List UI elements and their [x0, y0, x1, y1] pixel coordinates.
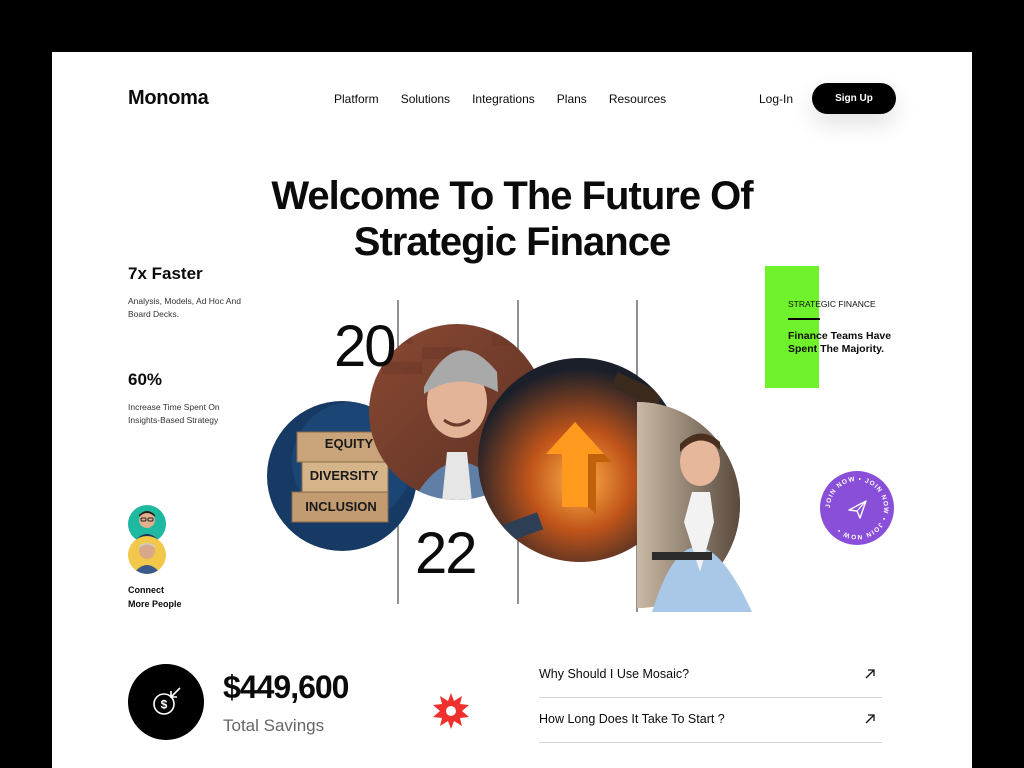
block-equity: EQUITY	[324, 436, 374, 451]
savings-icon-circle: $	[128, 664, 204, 740]
star-burst-icon	[433, 693, 469, 729]
signup-button[interactable]: Sign Up	[812, 83, 896, 114]
faq-item[interactable]: Why Should I Use Mosaic?	[539, 653, 882, 698]
person-icon	[133, 543, 161, 574]
nav-resources[interactable]: Resources	[609, 92, 666, 106]
main-nav: Platform Solutions Integrations Plans Re…	[334, 92, 666, 106]
man-beanie-image	[369, 324, 545, 500]
faq-item[interactable]: How Long Does It Take To Start ?	[539, 698, 882, 743]
nav-platform[interactable]: Platform	[334, 92, 379, 106]
faq-question: Why Should I Use Mosaic?	[539, 667, 690, 681]
year-bottom: 22	[415, 521, 477, 586]
block-diversity: DIVERSITY	[309, 468, 379, 483]
login-link[interactable]: Log-In	[759, 92, 793, 106]
divider	[788, 318, 820, 320]
man-blazer-image	[637, 402, 752, 612]
join-now-badge[interactable]: JOIN NOW • JOIN NOW • JOIN NOW •	[819, 470, 895, 546]
stat-percent-title: 60%	[128, 370, 163, 389]
faq-question: How Long Does It Take To Start ?	[539, 712, 725, 726]
nav-integrations[interactable]: Integrations	[472, 92, 535, 106]
strategic-text: Finance Teams Have Spent The Majority.	[788, 330, 892, 355]
block-inclusion: INCLUSION	[305, 499, 377, 514]
brand-logo[interactable]: Monoma	[128, 87, 209, 110]
arrow-up-right-icon	[865, 669, 875, 679]
hero-title-line2: Strategic Finance	[353, 220, 671, 264]
arrow-image	[478, 358, 682, 562]
arrow-up-right-icon	[865, 714, 875, 724]
savings-amount: $449,600	[223, 669, 349, 705]
stat-faster-desc: Analysis, Models, Ad Hoc And Board Decks…	[128, 296, 241, 319]
svg-text:$: $	[161, 698, 168, 712]
nav-plans[interactable]: Plans	[557, 92, 587, 106]
page-frame: Monoma Platform Solutions Integrations P…	[52, 52, 972, 768]
year-top: 20	[334, 314, 396, 379]
connect-line1: Connect	[128, 585, 164, 595]
connect-line2: More People	[128, 599, 182, 609]
savings-label: Total Savings	[223, 716, 325, 735]
nav-solutions[interactable]: Solutions	[401, 92, 450, 106]
hero-title-line1: Welcome To The Future Of	[271, 174, 753, 218]
hero-title: Welcome To The Future Of Strategic Finan…	[52, 173, 972, 265]
stat-faster-title: 7x Faster	[128, 264, 203, 283]
strategic-label: STRATEGIC FINANCE	[788, 299, 876, 309]
stat-percent-desc: Increase Time Spent On Insights-Based St…	[128, 402, 220, 425]
dollar-arrow-icon: $	[153, 687, 181, 715]
avatar[interactable]	[128, 536, 166, 574]
connect-people[interactable]: Connect More People	[128, 583, 208, 611]
accent-block	[765, 266, 819, 388]
